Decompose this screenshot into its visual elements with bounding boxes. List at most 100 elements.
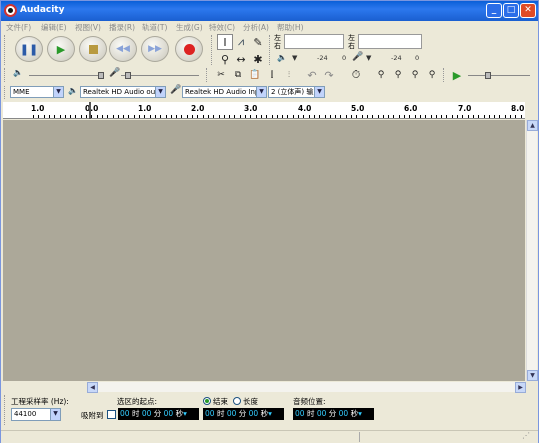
- ruler-tick: [404, 115, 405, 118]
- toolbar-grip[interactable]: [206, 68, 209, 82]
- horizontal-scrollbar[interactable]: ◀ ▶: [87, 382, 526, 393]
- ruler-tick: [43, 115, 45, 118]
- play-at-speed-icon[interactable]: ▶: [449, 67, 465, 83]
- fit-project-icon[interactable]: ⚲: [424, 67, 440, 83]
- ruler-tick: [123, 115, 125, 118]
- input-volume-thumb[interactable]: [125, 72, 131, 79]
- ruler-tick: [377, 115, 379, 118]
- ruler-tick: [340, 115, 342, 118]
- selection-tool-icon[interactable]: I: [217, 34, 233, 50]
- output-volume-slider[interactable]: [29, 75, 101, 76]
- toolbar-grip[interactable]: [4, 395, 7, 425]
- menu-bar: 文件(F) 编辑(E) 视图(V) 播录(R) 轨道(T) 生成(G) 特效(C…: [1, 21, 538, 34]
- play-speed-slider[interactable]: [468, 75, 530, 76]
- scroll-left-icon[interactable]: ◀: [87, 382, 98, 393]
- skip-end-button[interactable]: ▶▶: [141, 36, 169, 62]
- ruler-tick: [80, 115, 82, 118]
- selection-end-time[interactable]: 00 时 00 分 00 秒▾: [203, 408, 284, 420]
- sync-lock-icon[interactable]: ⏱: [348, 67, 364, 83]
- toolbar-grip[interactable]: [211, 35, 214, 65]
- ruler-tick: [345, 115, 347, 118]
- maximize-button[interactable]: □: [503, 3, 519, 18]
- undo-icon[interactable]: ↶: [304, 67, 320, 83]
- toolbar-grip[interactable]: [4, 86, 7, 99]
- menu-file[interactable]: 文件(F): [6, 22, 31, 33]
- ruler-tick: [313, 115, 315, 118]
- zoom-in-icon[interactable]: ⚲: [373, 67, 389, 83]
- ruler-tick: [271, 115, 273, 118]
- menu-edit[interactable]: 编辑(E): [41, 22, 67, 33]
- minimize-button[interactable]: _: [486, 3, 502, 18]
- timeshift-tool-icon[interactable]: ↔: [233, 51, 249, 67]
- ruler-tick: [213, 115, 215, 118]
- scroll-down-icon[interactable]: ▼: [527, 370, 538, 381]
- draw-tool-icon[interactable]: ✎: [250, 34, 266, 50]
- toolbar-grip[interactable]: [443, 68, 446, 82]
- envelope-tool-icon[interactable]: ⩘: [233, 34, 249, 50]
- rec-meter-dropdown-arrow[interactable]: ▼: [366, 54, 371, 62]
- output-device-select[interactable]: Realtek HD Audio ou ▼: [80, 86, 166, 98]
- multi-tool-icon[interactable]: ✱: [250, 51, 266, 67]
- rec-meter-bar: [358, 34, 422, 49]
- ruler-tick: [372, 115, 374, 118]
- input-channels-select[interactable]: 2 (立体声) 输入声道▼: [268, 86, 325, 98]
- status-divider: [359, 432, 360, 442]
- end-radio[interactable]: [203, 397, 211, 405]
- output-volume-thumb[interactable]: [98, 72, 104, 79]
- pause-button[interactable]: ❚❚: [15, 36, 43, 62]
- input-volume-icon: 🎤: [109, 68, 121, 78]
- zoom-out-icon[interactable]: ⚲: [390, 67, 406, 83]
- ruler-label: 1.0: [138, 104, 152, 113]
- menu-tracks[interactable]: 轨道(T): [142, 22, 167, 33]
- copy-icon[interactable]: ⧉: [230, 67, 246, 83]
- snap-to-checkbox[interactable]: [107, 410, 116, 419]
- audio-position-time[interactable]: 00 时 00 分 00 秒▾: [293, 408, 374, 420]
- input-volume-slider[interactable]: [121, 75, 199, 76]
- fit-selection-icon[interactable]: ⚲: [407, 67, 423, 83]
- menu-help[interactable]: 帮助(H): [277, 22, 304, 33]
- close-button[interactable]: ✕: [520, 3, 536, 18]
- track-panel[interactable]: [3, 120, 525, 381]
- scroll-right-icon[interactable]: ▶: [515, 382, 526, 393]
- ruler-tick: [276, 115, 278, 118]
- project-rate-select[interactable]: 44100 ▼: [11, 408, 61, 421]
- record-button[interactable]: [175, 36, 203, 62]
- toolbar-grip[interactable]: [269, 35, 272, 65]
- play-button[interactable]: ▶: [47, 36, 75, 62]
- ruler-label: 7.0: [458, 104, 472, 113]
- length-radio[interactable]: [233, 397, 241, 405]
- stop-button[interactable]: [79, 36, 107, 62]
- ruler-tick: [38, 115, 40, 118]
- vertical-scrollbar[interactable]: ▲ ▼: [526, 120, 538, 381]
- menu-transport[interactable]: 播录(R): [109, 22, 135, 33]
- scroll-up-icon[interactable]: ▲: [527, 120, 538, 131]
- resize-grip-icon[interactable]: ⋰: [522, 431, 536, 443]
- play-meter-scale-max: 0: [342, 54, 347, 62]
- ruler-tick: [91, 115, 93, 118]
- menu-generate[interactable]: 生成(G): [176, 22, 203, 33]
- redo-icon[interactable]: ↷: [321, 67, 337, 83]
- menu-effect[interactable]: 特效(C): [209, 22, 235, 33]
- menu-analyze[interactable]: 分析(A): [243, 22, 269, 33]
- trim-icon[interactable]: ⫿: [264, 67, 280, 83]
- toolbar-grip[interactable]: [4, 35, 7, 65]
- zoom-tool-icon[interactable]: ⚲: [217, 51, 233, 67]
- paste-icon[interactable]: 📋: [247, 67, 263, 83]
- ruler-tick: [128, 115, 130, 118]
- selection-start-time[interactable]: 00 时 00 分 00 秒▾: [118, 408, 199, 420]
- ruler-tick: [494, 115, 496, 118]
- skip-end-icon: ▶▶: [148, 44, 162, 54]
- play-meter-dropdown-arrow[interactable]: ▼: [292, 54, 297, 62]
- toolbar-grip[interactable]: [4, 68, 7, 82]
- silence-icon[interactable]: ⫶: [281, 67, 297, 83]
- input-device-select[interactable]: Realtek HD Audio Inp ▼: [182, 86, 267, 98]
- menu-view[interactable]: 视图(V): [75, 22, 101, 33]
- playhead-marker[interactable]: [89, 102, 91, 119]
- timeline-ruler[interactable]: 1.0 0.0 1.0 2.0 3.0 4.0 5.0 6.0 7.0 8.0: [3, 102, 525, 119]
- ruler-tick: [430, 115, 432, 118]
- play-speed-thumb[interactable]: [485, 72, 491, 79]
- skip-start-button[interactable]: ◀◀: [109, 36, 137, 62]
- cut-icon[interactable]: ✂: [213, 67, 229, 83]
- title-bar[interactable]: Audacity _ □ ✕: [1, 1, 538, 21]
- audio-host-select[interactable]: MME ▼: [10, 86, 64, 98]
